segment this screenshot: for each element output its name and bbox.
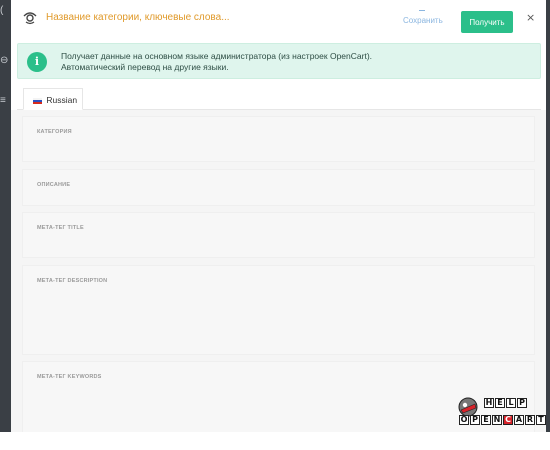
field-label: МЕТА-ТЕГ DESCRIPTION	[37, 278, 108, 284]
close-button[interactable]: ×	[526, 11, 535, 24]
sidebar-cart-icon: ⊖	[0, 55, 9, 66]
admin-right-edge	[546, 0, 550, 432]
field-label: МЕТА-ТЕГ TITLE	[37, 225, 84, 231]
helpopencart-logo-icon: HELP OPENCART	[457, 394, 546, 430]
page-bottom	[0, 432, 550, 450]
alert-line-2: Автоматический перевод на другие языки.	[61, 62, 229, 72]
sidebar-menu-icon: ≡	[0, 95, 6, 106]
info-alert: i Получает данные на основном языке адми…	[17, 43, 541, 79]
field-label: КАТЕГОРИЯ	[37, 129, 72, 135]
info-icon: i	[27, 52, 47, 72]
modal-header: Название категории, ключевые слова... Со…	[11, 0, 546, 38]
field-label: МЕТА-ТЕГ KEYWORDS	[37, 374, 102, 380]
category-field[interactable]: КАТЕГОРИЯ	[22, 116, 535, 162]
get-button[interactable]: Получить	[461, 11, 513, 33]
description-field[interactable]: ОПИСАНИЕ	[22, 169, 535, 206]
modal-title: Название категории, ключевые слова...	[46, 12, 230, 23]
alert-message: Получает данные на основном языке админи…	[61, 51, 372, 73]
meta-title-field[interactable]: МЕТА-ТЕГ TITLE	[22, 212, 535, 258]
logo-word-help: HELP	[484, 398, 527, 408]
save-button[interactable]: Сохранить	[403, 10, 443, 25]
alert-line-1: Получает данные на основном языке админи…	[61, 51, 373, 61]
opencart-logo-icon	[23, 12, 37, 25]
category-modal: Название категории, ключевые слова... Со…	[11, 0, 546, 432]
save-button-label: Сохранить	[403, 16, 443, 25]
field-label: ОПИСАНИЕ	[37, 182, 71, 188]
tab-label: Russian	[46, 95, 78, 105]
tab-content-panel: КАТЕГОРИЯ ОПИСАНИЕ МЕТА-ТЕГ TITLE МЕТА-Т…	[11, 110, 546, 432]
sidebar-bracket-icon: (	[0, 5, 4, 16]
meta-description-field[interactable]: МЕТА-ТЕГ DESCRIPTION	[22, 265, 535, 355]
language-tabs: Russian	[17, 88, 541, 110]
logo-word-opencart: OPENCART	[459, 415, 546, 425]
admin-sidebar-edge: ( ⊖ ≡	[0, 0, 11, 432]
tab-russian[interactable]: Russian	[23, 88, 83, 110]
russia-flag-icon	[33, 98, 42, 104]
save-indicator-icon	[419, 10, 425, 11]
